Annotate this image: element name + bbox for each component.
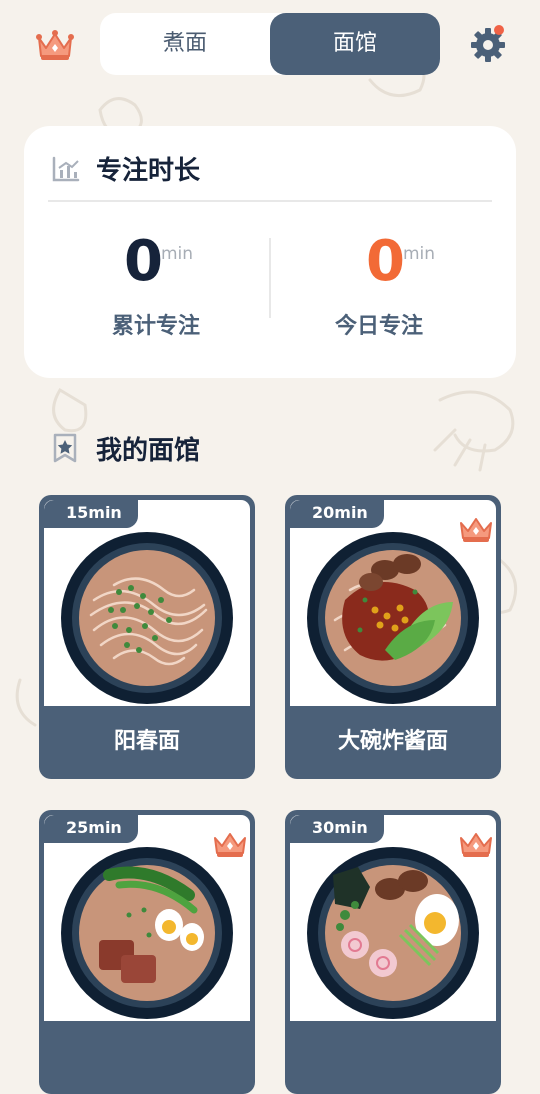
focus-stats-title: 专注时长 bbox=[96, 156, 201, 186]
cook-time-badge: 25min bbox=[44, 815, 138, 843]
today-focus-label: 今日专注 bbox=[335, 314, 424, 339]
mode-segmented-control: 煮面 面馆 bbox=[100, 13, 440, 75]
noodle-name: 大碗炸酱面 bbox=[337, 729, 448, 754]
cook-time-badge: 30min bbox=[290, 815, 384, 843]
crown-icon bbox=[214, 833, 246, 857]
noodle-card-image-area: 15min bbox=[44, 500, 250, 706]
focus-stats-card: 专注时长 0 min 累计专注 0 min 今日专注 bbox=[24, 126, 516, 378]
cook-time-badge: 15min bbox=[44, 500, 138, 528]
noodle-name: 阳春面 bbox=[113, 729, 180, 754]
crown-icon bbox=[460, 833, 492, 857]
noodle-bowl-image bbox=[61, 532, 233, 704]
today-focus-unit: min bbox=[403, 244, 436, 264]
today-focus-value: 0 bbox=[366, 229, 405, 294]
tab-noodle-shop[interactable]: 面馆 bbox=[270, 13, 440, 75]
top-bar: 煮面 面馆 bbox=[0, 0, 540, 90]
noodle-card-yangchun[interactable]: 15min 阳春面 bbox=[39, 495, 255, 779]
noodle-card-image-area: 25min bbox=[44, 815, 250, 1021]
crown-icon[interactable] bbox=[34, 26, 76, 64]
total-focus-label: 累计专注 bbox=[112, 314, 201, 339]
total-focus-value: 0 bbox=[124, 229, 163, 294]
noodle-name bbox=[285, 1022, 501, 1094]
noodle-card-image-area: 20min bbox=[290, 500, 496, 706]
card-divider bbox=[48, 200, 492, 202]
noodle-name bbox=[39, 1022, 255, 1094]
tab-cook-noodles[interactable]: 煮面 bbox=[100, 13, 270, 75]
total-focus-unit: min bbox=[161, 244, 194, 264]
notification-dot bbox=[494, 25, 504, 35]
noodle-card-zhajiang[interactable]: 20min 大碗炸酱面 bbox=[285, 495, 501, 779]
noodle-card-item-3[interactable]: 25min bbox=[39, 810, 255, 1094]
chart-icon bbox=[52, 156, 80, 182]
noodle-card-item-4[interactable]: 30min bbox=[285, 810, 501, 1094]
stats-vertical-divider bbox=[269, 238, 271, 318]
noodle-bowl-image bbox=[307, 532, 479, 704]
noodle-bowl-image bbox=[307, 847, 479, 1019]
my-shop-title: 我的面馆 bbox=[96, 436, 201, 466]
crown-icon bbox=[460, 518, 492, 542]
cook-time-badge: 20min bbox=[290, 500, 384, 528]
noodle-card-image-area: 30min bbox=[290, 815, 496, 1021]
bookmark-star-icon bbox=[53, 433, 77, 463]
noodle-bowl-image bbox=[61, 847, 233, 1019]
